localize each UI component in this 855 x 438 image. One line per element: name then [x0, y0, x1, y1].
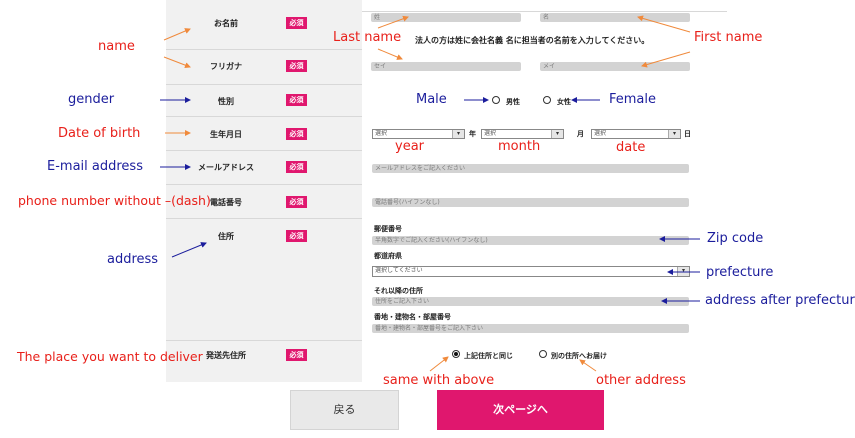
arrow-address [171, 242, 207, 258]
arrow-name-lower [163, 56, 191, 69]
arrow-other [579, 359, 597, 372]
annotation-arrows [160, 15, 700, 372]
arrow-last-name-2 [377, 48, 403, 60]
arrow-same [429, 356, 449, 372]
arrow-name-upper [163, 28, 191, 41]
arrow-first-name-2 [641, 51, 691, 68]
arrow-last-name-1 [377, 15, 409, 29]
arrow-first-name-1 [637, 15, 691, 33]
